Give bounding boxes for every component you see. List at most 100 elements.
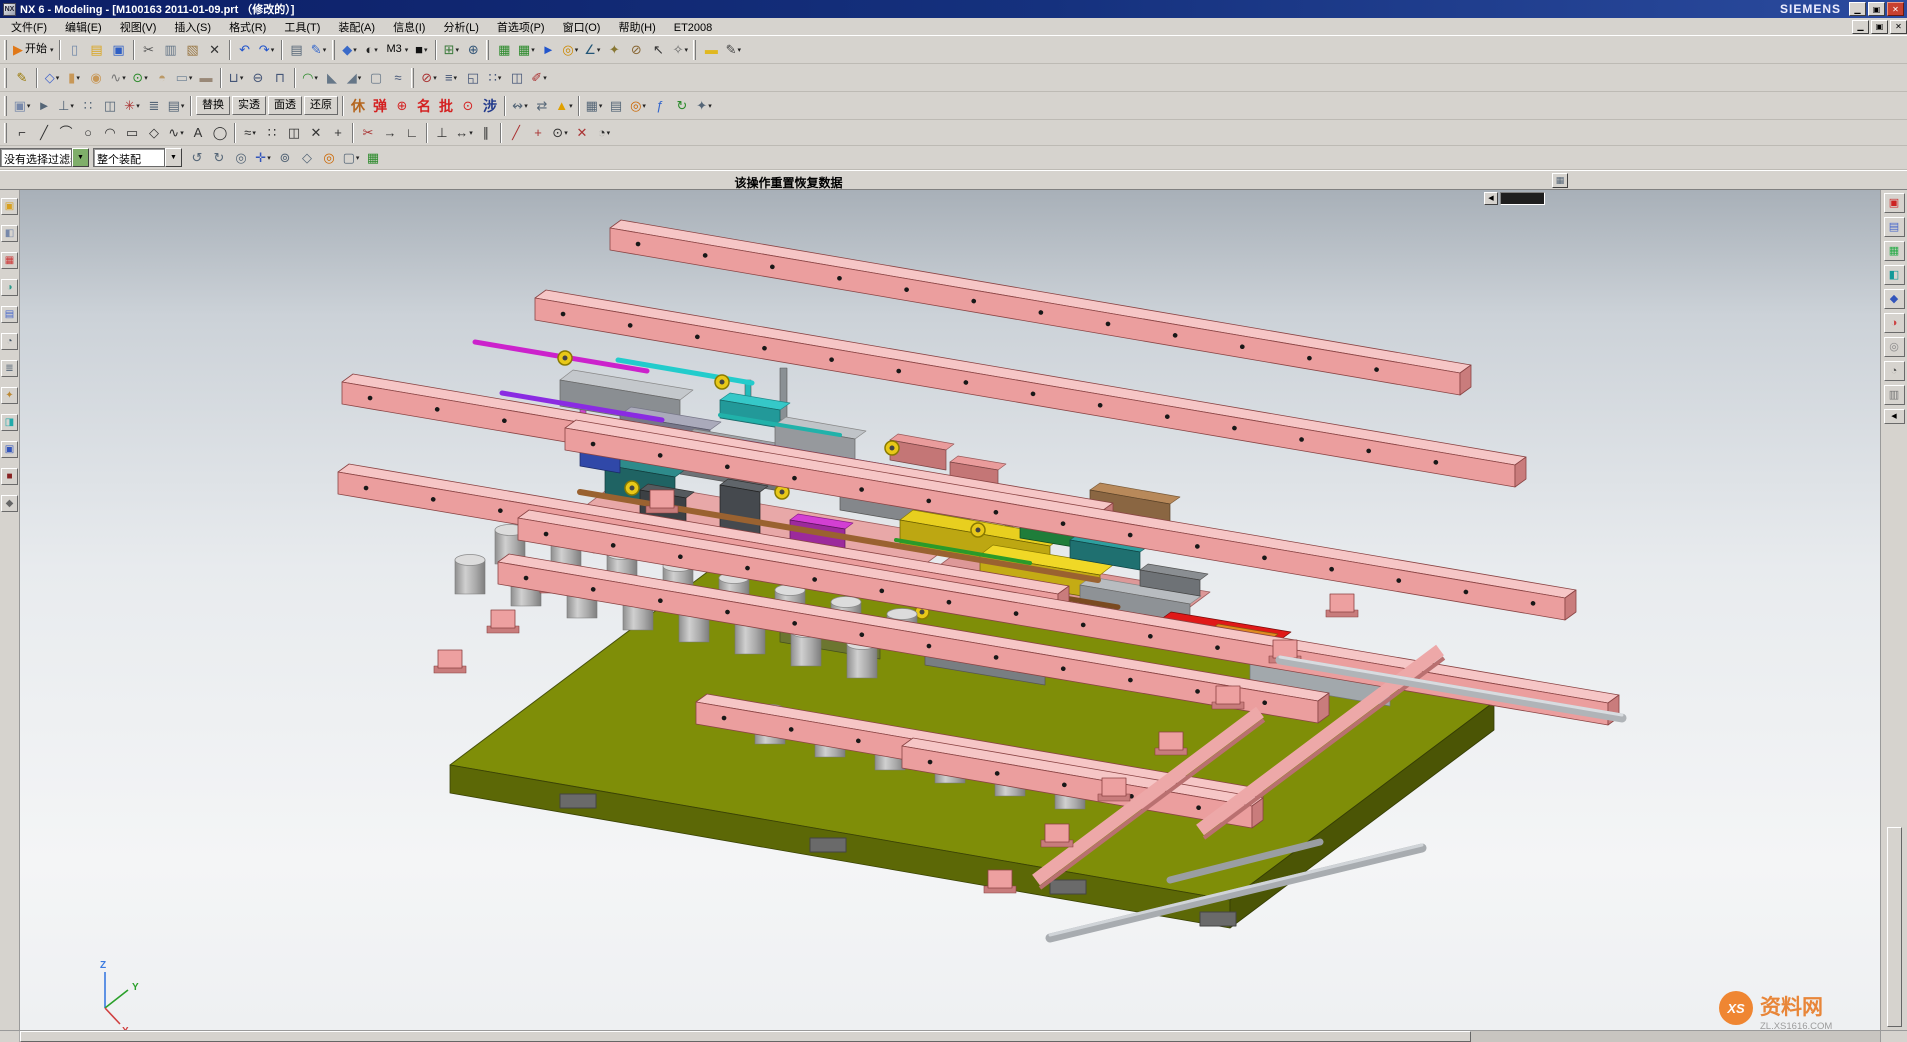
swatch-dark-button[interactable]: ■ xyxy=(1,468,18,485)
arrangements-button[interactable]: ▤▾ xyxy=(165,95,187,117)
circle-button[interactable]: ○ xyxy=(77,122,99,144)
point-button[interactable]: + xyxy=(327,122,349,144)
unite-button[interactable]: ⊔▾ xyxy=(225,67,247,89)
resource-close-button[interactable]: ▣ xyxy=(1884,193,1905,213)
pattern-component-button[interactable]: ∷ xyxy=(77,95,99,117)
wcs-dynamics-button[interactable]: ◎▾ xyxy=(627,95,649,117)
chamfer-button[interactable]: ◣ xyxy=(321,67,343,89)
assembly-constraints-button[interactable]: ⊥▾ xyxy=(55,95,77,117)
selection-filter-value[interactable]: 没有选择过滤器 xyxy=(0,148,72,167)
constraint-navigator-button[interactable]: ▦ xyxy=(1884,241,1905,261)
clip-slider-left-button[interactable]: ◀ xyxy=(1484,192,1498,205)
sketch-button[interactable]: ✎ xyxy=(11,67,33,89)
filters-button[interactable]: ✧▾ xyxy=(669,39,691,61)
command-finder-button[interactable]: ✎▾ xyxy=(308,39,330,61)
update-model-button[interactable]: ↻ xyxy=(671,95,693,117)
add-component-button[interactable]: ▣▾ xyxy=(11,95,33,117)
thread-button[interactable]: ≈ xyxy=(387,67,409,89)
materials-palette-button[interactable]: ▥ xyxy=(1884,385,1905,405)
customize-button[interactable]: ✦▾ xyxy=(693,95,715,117)
lock-layers-button[interactable]: ⊘ xyxy=(625,39,647,61)
fillet-sketch-button[interactable]: ◠ xyxy=(99,122,121,144)
history-clock-button[interactable]: ◔ xyxy=(1,333,18,350)
shade-panel-button[interactable]: ◑ xyxy=(1,279,18,296)
views-panel-button[interactable]: ◧ xyxy=(1,225,18,242)
menu-edit-button[interactable]: 编辑(E) xyxy=(56,18,111,36)
mirror-feature-button[interactable]: ◫ xyxy=(506,67,528,89)
edge-blend-button[interactable]: ◠▾ xyxy=(299,67,321,89)
revolve-button[interactable]: ◉ xyxy=(85,67,107,89)
assembly-sequence-button[interactable]: ≣ xyxy=(143,95,165,117)
expressions-button[interactable]: ƒ xyxy=(649,95,671,117)
snap-quadrant-button[interactable]: ◔▾ xyxy=(593,122,615,144)
restore-display-button[interactable]: 还原 xyxy=(304,96,338,115)
view-orientation-button[interactable]: ◆▾ xyxy=(339,39,361,61)
clearance-check-button[interactable]: ▲▾ xyxy=(553,95,575,117)
start-menu-button[interactable]: ▶开始▾ xyxy=(11,39,56,61)
corner-button[interactable]: ∟ xyxy=(401,122,423,144)
polygon-button[interactable]: ◇ xyxy=(143,122,165,144)
child-close-button[interactable]: ✕ xyxy=(1890,20,1907,34)
cad-model-canvas[interactable]: Z Y X XS 资料网 ZL.XS1616.COM xyxy=(20,190,1880,1030)
profile-button[interactable]: ⌐ xyxy=(11,122,33,144)
snap-intersection-button[interactable]: ✕ xyxy=(571,122,593,144)
annotate-pencil-button[interactable]: ✎▾ xyxy=(722,39,744,61)
auto-dimension-button[interactable]: ↔▾ xyxy=(453,122,475,144)
replace-reference-set-button[interactable]: 替换 xyxy=(196,96,230,115)
menu-information-button[interactable]: 信息(I) xyxy=(384,18,434,36)
tool-palettes-button[interactable]: ✦ xyxy=(603,39,625,61)
nav-pointer-button[interactable]: ↖ xyxy=(647,39,669,61)
rectangle-button[interactable]: ▭ xyxy=(121,122,143,144)
explode-assembly-button[interactable]: ✳▾ xyxy=(121,95,143,117)
spring-tool-button[interactable]: 弹 xyxy=(369,95,391,117)
parts-panel-button[interactable]: ▣ xyxy=(1,441,18,458)
pocket-button[interactable]: ▭▾ xyxy=(173,67,195,89)
reuse-library-button[interactable]: ◆ xyxy=(1884,289,1905,309)
view-layout-button[interactable]: M3▾ xyxy=(383,39,411,61)
sweep-button[interactable]: ∿▾ xyxy=(107,67,129,89)
snap-wcs-button[interactable]: ◎ xyxy=(318,147,340,169)
undo-button[interactable]: ↶ xyxy=(234,39,256,61)
nav-list-button[interactable]: ≣ xyxy=(1,360,18,377)
pattern-feature-button[interactable]: ∷▾ xyxy=(484,67,506,89)
datum-plane-button[interactable]: ◇▾ xyxy=(41,67,63,89)
quick-trim-button[interactable]: ✂ xyxy=(357,122,379,144)
vertical-scrollbar-thumb[interactable] xyxy=(1887,827,1902,1027)
print-button[interactable]: ▤ xyxy=(286,39,308,61)
background-button[interactable]: ■▾ xyxy=(410,39,432,61)
subtract-button[interactable]: ⊖ xyxy=(247,67,269,89)
name-tool-button[interactable]: 名 xyxy=(413,95,435,117)
fit-view-button[interactable]: ⊞▾ xyxy=(440,39,462,61)
snap-point-button[interactable]: ◎▾ xyxy=(559,39,581,61)
redo-button[interactable]: ↷▾ xyxy=(256,39,278,61)
batch-tool-button[interactable]: 批 xyxy=(435,95,457,117)
palette-star-button[interactable]: ✦ xyxy=(1,387,18,404)
menu-et2008-button[interactable]: ET2008 xyxy=(665,18,722,36)
mirror-assembly-button[interactable]: ◫ xyxy=(99,95,121,117)
ruler-button[interactable]: ▬ xyxy=(700,39,722,61)
general-selection-button[interactable]: ✛▾ xyxy=(252,147,274,169)
spreadsheet-button[interactable]: ▦ xyxy=(493,39,515,61)
scale-body-button[interactable]: ◱ xyxy=(462,67,484,89)
menu-preferences-button[interactable]: 首选项(P) xyxy=(488,18,554,36)
reference-sets-button[interactable]: ▦▾ xyxy=(583,95,605,117)
snap-center-button[interactable]: ⊙▾ xyxy=(549,122,571,144)
show-constraints-button[interactable]: ∥ xyxy=(475,122,497,144)
grid-toggle-button[interactable]: ▦ xyxy=(1552,173,1568,188)
select-all-button[interactable]: ◎ xyxy=(230,147,252,169)
menu-insert-button[interactable]: 插入(S) xyxy=(165,18,220,36)
part-navigator-button[interactable]: ◧ xyxy=(1884,265,1905,285)
intersect-button[interactable]: ⊓ xyxy=(269,67,291,89)
history-palette-button[interactable]: ◔ xyxy=(1884,361,1905,381)
menu-help-button[interactable]: 帮助(H) xyxy=(609,18,664,36)
interpart-link-button[interactable]: ⇄ xyxy=(531,95,553,117)
minimize-button[interactable]: ▁ xyxy=(1849,2,1866,16)
paste-button[interactable]: ▧ xyxy=(182,39,204,61)
boss-button[interactable]: ◓ xyxy=(151,67,173,89)
selection-scope-value[interactable]: 整个装配 xyxy=(93,148,165,167)
menu-analysis-button[interactable]: 分析(L) xyxy=(434,18,487,36)
menu-assemblies-button[interactable]: 装配(A) xyxy=(329,18,384,36)
selection-sheet-button[interactable]: ▦ xyxy=(362,147,384,169)
selection-filter-dropdown-button[interactable]: ▼ xyxy=(72,148,89,167)
snap-end-button[interactable]: ╱ xyxy=(505,122,527,144)
